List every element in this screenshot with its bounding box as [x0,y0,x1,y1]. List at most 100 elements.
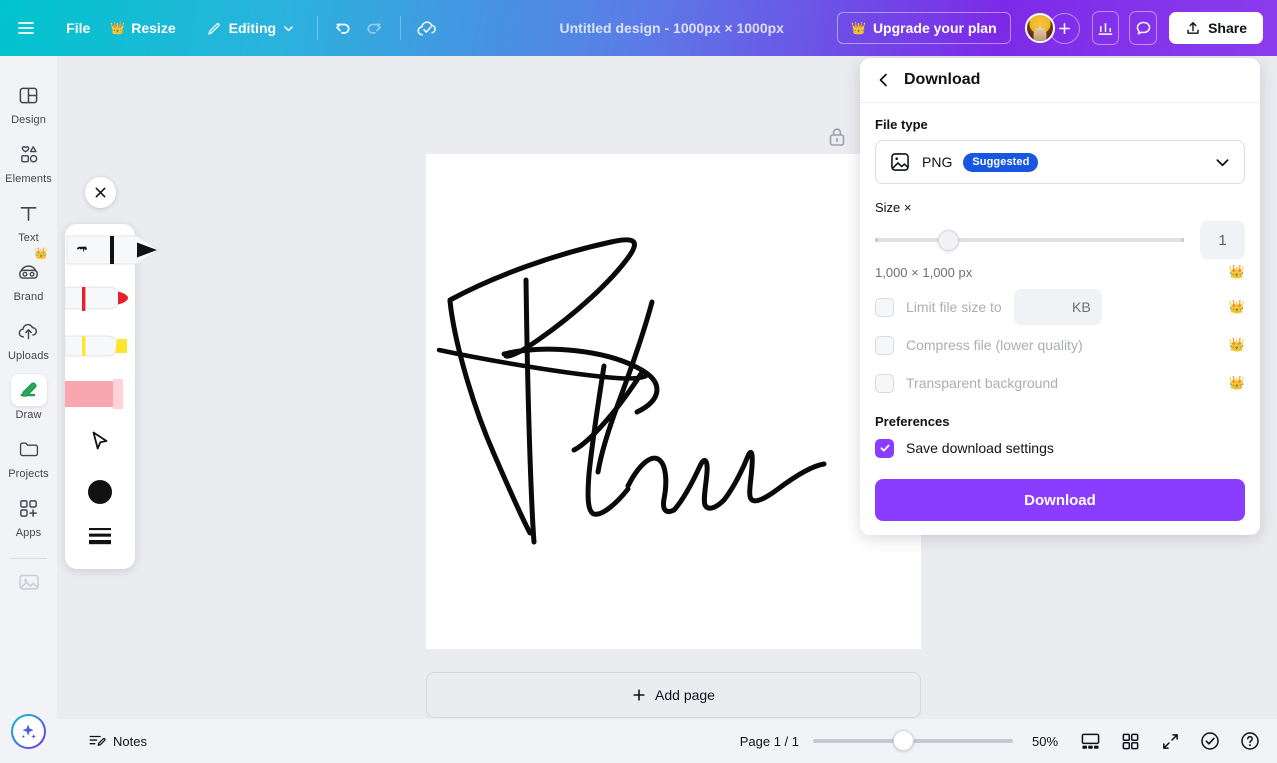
crown-icon: 👑 [850,21,866,35]
insights-button[interactable] [1091,11,1120,45]
color-swatch-button[interactable] [65,470,135,514]
apps-grid-icon [11,492,47,524]
zoom-value[interactable]: 50% [1027,734,1063,749]
limit-file-size-checkbox[interactable] [875,297,894,317]
check-icon [880,444,889,452]
highlighter-tool[interactable] [64,322,135,370]
sidebar-item-brand[interactable]: 👑 Brand [0,248,57,308]
upgrade-plan-button[interactable]: 👑 Upgrade your plan [836,12,1011,44]
editing-mode-button[interactable]: Editing [196,13,305,44]
chevron-down-icon [1214,154,1231,171]
grid-view-icon[interactable] [1117,728,1143,754]
file-menu-button[interactable]: File [56,13,100,43]
notes-label: Notes [113,733,147,749]
help-question-icon[interactable] [1237,728,1263,754]
undo-icon[interactable] [330,10,359,46]
signature-artwork [436,237,827,545]
sidebar-item-draw[interactable]: Draw [0,367,57,426]
canva-editor: File 👑 Resize Editing Untitled design - … [0,0,1277,763]
close-draw-panel-button[interactable] [85,177,116,208]
document-title[interactable]: Untitled design - 1000px × 1000px [552,14,792,42]
compress-file-checkbox[interactable] [875,335,894,355]
sidebar-divider [10,558,47,559]
slider-knob[interactable] [938,230,960,251]
file-type-select[interactable]: PNG Suggested [875,140,1245,184]
folder-icon [11,433,47,465]
resize-label: Resize [131,20,176,36]
upgrade-label: Upgrade your plan [872,20,997,36]
option-save-download-settings[interactable]: Save download settings [875,429,1245,467]
pencil-icon [207,22,220,35]
avatar[interactable] [1024,13,1055,43]
option-transparent-background[interactable]: Transparent background 👑 [875,364,1245,402]
option-label: Limit file size to [906,299,1002,315]
add-page-button[interactable]: Add page [426,672,921,718]
plus-icon [1058,22,1070,34]
sidebar-label: Design [11,114,46,126]
sidebar-item-text[interactable]: Text [0,190,57,249]
check-circle-icon[interactable] [1197,728,1223,754]
select-cursor-tool[interactable] [65,420,135,464]
file-type-label: File type [875,117,928,132]
sidebar-label: Apps [15,527,42,539]
draw-pen-icon [10,374,47,406]
stroke-weight-icon [89,528,111,545]
download-panel-body: File type PNG Suggested Size × 1 1,000 ×… [860,103,1260,521]
download-button[interactable]: Download [875,479,1245,521]
sidebar-item-projects[interactable]: Projects [0,426,57,485]
sidebar-item-uploads[interactable]: Uploads [0,308,57,367]
slider-track [875,238,1184,242]
page-view-icon[interactable] [1077,728,1103,754]
hamburger-menu-icon[interactable] [10,8,42,48]
lock-icon[interactable] [827,126,847,153]
comments-button[interactable] [1129,11,1158,45]
expand-arrows-icon[interactable] [1157,728,1183,754]
file-size-kb-input[interactable]: KB [1013,289,1102,325]
zoom-knob[interactable] [893,730,914,751]
sidebar-item-design[interactable]: Design [0,72,57,131]
cloud-check-icon[interactable] [413,10,442,46]
cursor-arrow-icon [92,431,108,450]
size-value-input[interactable]: 1 [1200,221,1245,259]
share-button[interactable]: Share [1169,12,1264,44]
size-slider[interactable] [875,227,1184,253]
crown-icon: 👑 [1228,299,1245,314]
design-canvas-page[interactable] [426,154,921,649]
bar-chart-icon [1098,22,1113,35]
header-divider-1 [317,16,318,40]
option-compress-file[interactable]: Compress file (lower quality) 👑 [875,326,1245,364]
sidebar-item-elements[interactable]: Elements [0,131,57,190]
suggested-badge: Suggested [963,152,1039,172]
pen-tool[interactable] [65,226,160,274]
sidebar-label: Projects [8,468,49,480]
transparent-background-checkbox[interactable] [875,373,894,393]
chevron-left-icon [879,73,887,87]
download-panel-header: Download [860,58,1260,103]
dimensions-row: 1,000 × 1,000 px 👑 [875,264,1245,280]
crown-icon: 👑 [1228,264,1245,279]
notes-button[interactable]: Notes [79,726,156,756]
color-circle-icon [88,480,112,504]
draw-tools-panel [64,224,160,569]
crown-icon: 👑 [1228,337,1245,352]
brand-kit-icon [11,256,47,288]
stroke-size-button[interactable] [65,514,135,558]
magic-sparkle-icon[interactable] [11,714,46,749]
size-control-row: 1 [875,221,1245,259]
preferences-label: Preferences [875,414,950,429]
editing-label: Editing [228,20,277,36]
comment-icon [1136,21,1150,34]
marker-tool[interactable] [64,274,135,322]
resize-button[interactable]: 👑 Resize [100,13,185,43]
plus-icon [633,689,645,701]
redo-icon[interactable] [359,10,388,46]
option-limit-file-size[interactable]: Limit file size to KB 👑 [875,288,1245,326]
page-indicator[interactable]: Page 1 / 1 [740,734,799,749]
bottom-bar: Notes Page 1 / 1 50% [57,719,1277,763]
back-button[interactable] [876,72,892,88]
zoom-slider[interactable] [813,730,1013,752]
sidebar-item-apps[interactable]: Apps [0,485,57,544]
eraser-tool[interactable] [65,370,135,418]
save-download-settings-checkbox[interactable] [875,438,894,458]
image-placeholder-icon[interactable] [17,571,41,598]
